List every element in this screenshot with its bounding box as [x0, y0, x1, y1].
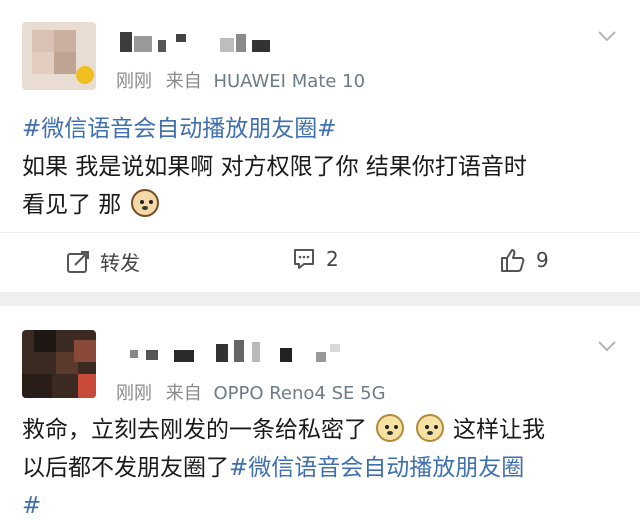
post-meta: 刚刚 来自 HUAWEI Mate 10 — [116, 67, 365, 93]
topic-link[interactable]: #微信语音会自动播放朋友圈# — [22, 116, 337, 142]
username-pixel — [316, 352, 326, 362]
post-text-line: 如果 我是说如果啊 对方权限了你 结果你打语音时 — [22, 154, 527, 180]
avatar-pixel — [78, 374, 96, 398]
verified-badge-icon — [76, 66, 94, 84]
emoji-eye — [139, 200, 144, 204]
post-action-bar: 转发 2 9 — [0, 232, 640, 290]
username-pixel — [176, 34, 186, 42]
username-pixel — [252, 342, 260, 362]
thumbs-up-icon — [501, 249, 525, 272]
avatar-pixel — [54, 30, 76, 52]
username-pixel — [130, 350, 138, 358]
emoji-nose — [426, 431, 433, 435]
emoji-eye — [385, 425, 390, 429]
username-redacted — [120, 32, 280, 52]
emoji-eye — [433, 425, 438, 429]
post-text-line: 以后都不发朋友圈了 — [22, 455, 229, 481]
weibo-post-2: 刚刚 来自 OPPO Reno4 SE 5G 救命，立刻去刚发的一条给私密了 这… — [0, 306, 640, 520]
chevron-down-icon[interactable] — [598, 30, 616, 42]
post-text-line: 看见了 那 — [22, 192, 122, 218]
topic-link[interactable]: #微信语音会自动播放朋友圈 — [229, 455, 524, 481]
avatar[interactable] — [22, 22, 96, 90]
chevron-down-icon[interactable] — [598, 340, 616, 352]
repost-button[interactable]: 转发 — [66, 247, 140, 276]
avatar-pixel — [22, 374, 52, 398]
doge-emoji-icon — [376, 414, 405, 442]
username-pixel — [158, 40, 166, 52]
avatar-pixel — [34, 330, 56, 352]
post-separator — [0, 292, 640, 306]
post-body: 救命，立刻去刚发的一条给私密了 这样让我 以后都不发朋友圈了#微信语音会自动播放… — [22, 411, 622, 520]
like-button[interactable]: 9 — [500, 247, 549, 273]
avatar-pixel — [54, 52, 76, 74]
avatar[interactable] — [22, 330, 96, 398]
emoji-nose — [387, 431, 394, 435]
username-pixel — [216, 344, 228, 362]
username-pixel — [174, 350, 194, 362]
post-via: 来自 — [165, 71, 202, 92]
repost-icon — [67, 250, 89, 273]
doge-emoji-icon — [415, 414, 444, 442]
cat-emoji-icon — [130, 189, 159, 217]
username-pixel — [234, 340, 244, 362]
avatar-pixel — [74, 340, 96, 362]
comment-icon — [294, 249, 314, 269]
emoji-eye — [424, 425, 429, 429]
post-text-line: 救命，立刻去刚发的一条给私密了 — [22, 417, 367, 443]
username-pixel — [236, 34, 246, 52]
weibo-post-1: 刚刚 来自 HUAWEI Mate 10 #微信语音会自动播放朋友圈# 如果 我… — [0, 0, 640, 292]
post-device: OPPO Reno4 SE 5G — [213, 383, 386, 404]
username-pixel — [330, 344, 340, 352]
emoji-eye — [394, 425, 399, 429]
avatar-pixel — [32, 52, 54, 74]
post-body: #微信语音会自动播放朋友圈# 如果 我是说如果啊 对方权限了你 结果你打语音时 … — [22, 110, 622, 224]
emoji-nose — [141, 206, 148, 210]
username-pixel — [134, 36, 152, 52]
post-time: 刚刚 — [116, 383, 152, 404]
username-pixel — [220, 38, 234, 52]
post-text-line: 这样让我 — [452, 417, 545, 443]
repost-label: 转发 — [100, 251, 140, 275]
topic-link-end[interactable]: # — [22, 493, 41, 519]
post-time: 刚刚 — [116, 71, 152, 92]
like-count: 9 — [536, 248, 549, 272]
post-meta: 刚刚 来自 OPPO Reno4 SE 5G — [116, 379, 386, 405]
post-device: HUAWEI Mate 10 — [213, 71, 366, 92]
comment-button[interactable]: 2 — [292, 247, 339, 271]
post-via: 来自 — [165, 383, 202, 404]
username-redacted — [130, 340, 360, 362]
username-pixel — [146, 350, 158, 360]
emoji-eye — [148, 200, 153, 204]
username-pixel — [252, 40, 270, 52]
comment-count: 2 — [326, 247, 339, 271]
avatar-pixel — [32, 30, 54, 52]
username-pixel — [280, 348, 292, 362]
username-pixel — [120, 32, 132, 52]
